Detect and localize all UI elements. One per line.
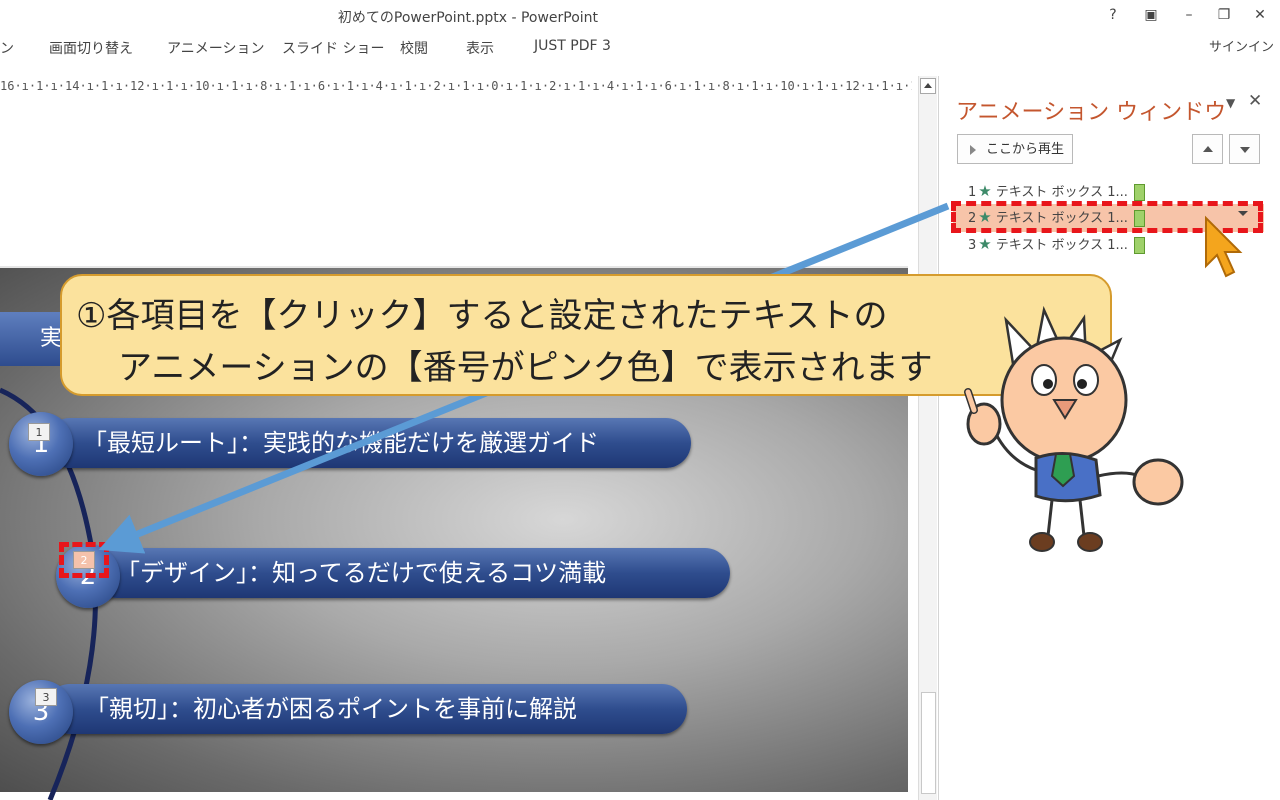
callout-line-1: ①各項目を【クリック】すると設定されたテキストの (76, 296, 888, 336)
mascot-character (964, 305, 1184, 552)
callout-line-2: アニメーションの【番号がピンク色】で表示されます (118, 348, 933, 388)
